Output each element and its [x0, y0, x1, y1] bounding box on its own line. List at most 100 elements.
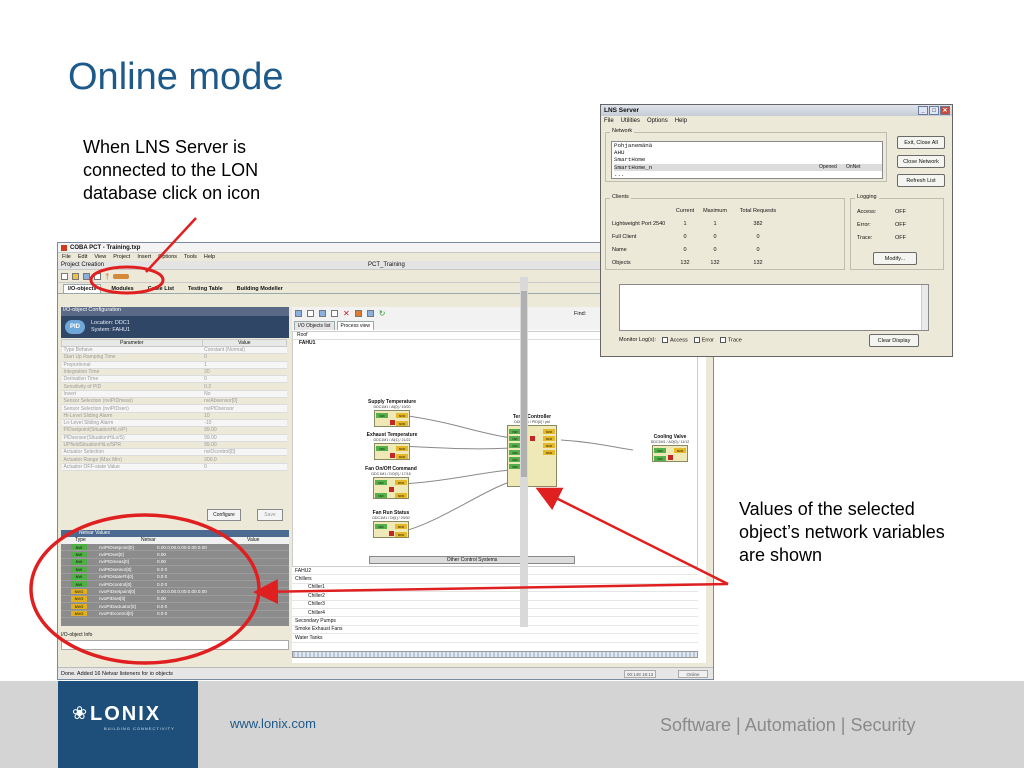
- param-row[interactable]: Type Behave Constant (Normal): [61, 346, 287, 355]
- tab-cable-list[interactable]: Cable List: [144, 285, 178, 293]
- close-icon[interactable]: ✕: [940, 106, 950, 115]
- network-list-item[interactable]: AHU: [614, 149, 882, 156]
- other-control-systems-button[interactable]: Other Control Systems: [369, 556, 575, 564]
- param-row[interactable]: UPfieldSituationHiLo/SPR 99.00: [61, 441, 287, 450]
- fb-supply-temperature[interactable]: Supply Temperature DDC1M1 / AI[0] / 19/2…: [355, 399, 429, 427]
- param-value[interactable]: 20: [202, 368, 287, 377]
- tree-item[interactable]: Chiller3: [292, 601, 698, 609]
- fb-fan-run-status[interactable]: Fan Run Status DDC1M1 / DI[1] / 29/30 NV…: [353, 510, 429, 538]
- view-icon-2[interactable]: [307, 310, 314, 317]
- tree-item[interactable]: FAHU2: [292, 567, 698, 576]
- param-value[interactable]: 200.0: [202, 455, 287, 464]
- param-value[interactable]: 10: [202, 412, 287, 420]
- param-value[interactable]: 99.00: [202, 434, 287, 442]
- view-icon-3[interactable]: [319, 310, 326, 317]
- netvar-row[interactable]: NVI nviPIDsetpoint[0] 0.00.0.00.0.00.0.00.…: [61, 544, 289, 552]
- network-list-item[interactable]: SmartHome_n Opened OnNet: [614, 163, 882, 171]
- param-value[interactable]: nviOcontrol[0]: [202, 448, 287, 457]
- netvar-row[interactable]: NVI nviPIDmeas[0] 0.00: [61, 559, 289, 567]
- lns-menu-help[interactable]: Help: [675, 118, 687, 124]
- lns-connect-icon[interactable]: †: [105, 272, 109, 281]
- lns-menu-utilities[interactable]: Utilities: [621, 118, 640, 124]
- tree-item[interactable]: Secondary Pumps: [292, 617, 698, 626]
- network-list[interactable]: Pohjanemänä AHU SmartHome SmartHome_n Opened…: [611, 141, 883, 179]
- access-checkbox[interactable]: Access: [662, 337, 688, 343]
- trace-checkbox[interactable]: Trace: [719, 337, 742, 343]
- network-list-item[interactable]: Pohjanemänä: [614, 142, 882, 149]
- monitor-log-box[interactable]: [619, 284, 929, 331]
- tab-io-objects[interactable]: I/O-objects: [63, 284, 102, 293]
- netvar-row[interactable]: NVI nviPIDsensor[0] 0.0 0: [61, 566, 289, 574]
- configure-button[interactable]: Configure: [207, 509, 241, 521]
- website-link[interactable]: www.lonix.com: [230, 716, 316, 731]
- horizontal-scrollbar[interactable]: [292, 651, 698, 658]
- param-row[interactable]: Actuator Selection nviOcontrol[0]: [61, 448, 287, 457]
- fb-exhaust-temperature[interactable]: Exhaust Temperature DDC1M1 / AI[1] / 21/…: [355, 432, 429, 460]
- tab-io-objects-list[interactable]: I/O Objects list: [294, 321, 335, 330]
- param-value[interactable]: nviAbsensor[0]: [202, 397, 287, 406]
- close-network-button[interactable]: Close Network: [897, 155, 945, 168]
- menu-options[interactable]: Options: [158, 254, 177, 260]
- network-list-item[interactable]: SmartHome: [614, 156, 882, 163]
- netvar-row[interactable]: NVO nvoPIDsetpoint[0] 0.00.0.00.0.00.0.00.…: [61, 588, 289, 596]
- fb-cooling-valve[interactable]: Cooling Valve DDC1M1 / AO[0] / 11/12 NVI…: [639, 434, 701, 462]
- tab-modules[interactable]: Modules: [107, 285, 137, 293]
- network-list-item[interactable]: ...: [614, 171, 882, 178]
- param-row[interactable]: Start Up Ramping Time 0: [61, 353, 287, 362]
- param-value[interactable]: Constant (Normal): [202, 346, 287, 355]
- modify-button[interactable]: Modify...: [873, 252, 917, 265]
- refresh-list-button[interactable]: Refresh List: [897, 174, 945, 187]
- netvar-row[interactable]: NVI nviPIDcontrol[0] 0.0 0: [61, 581, 289, 589]
- tree-item[interactable]: Water Tanks: [292, 634, 698, 643]
- param-row[interactable]: Invert No: [61, 390, 287, 399]
- tree-item[interactable]: Smoke Exhaust Fans: [292, 626, 698, 635]
- plug-icon[interactable]: [113, 273, 130, 279]
- lns-menu-file[interactable]: File: [604, 118, 614, 124]
- param-value[interactable]: 99.00: [202, 441, 287, 450]
- param-row[interactable]: Sensor Selection (nviPIDsen) nviPIDsensor: [61, 404, 287, 413]
- param-row[interactable]: Integration Time 20: [61, 368, 287, 377]
- param-row[interactable]: Derivation Time 0: [61, 375, 287, 384]
- param-value[interactable]: 0: [202, 353, 287, 362]
- save-button[interactable]: Save: [257, 509, 283, 521]
- tab-testing-table[interactable]: Testing Table: [184, 285, 227, 293]
- menu-insert[interactable]: Insert: [137, 254, 151, 260]
- maximize-icon[interactable]: □: [929, 106, 939, 115]
- param-value[interactable]: No: [202, 390, 287, 399]
- tree-item[interactable]: Chiller2: [292, 592, 698, 601]
- param-value[interactable]: nviPIDsensor: [202, 404, 287, 413]
- param-value[interactable]: 99.00: [202, 426, 287, 435]
- fb-fan-onoff[interactable]: Fan On/Off Command DDC1M1 / DO[0] / 17/1…: [353, 466, 429, 499]
- param-value[interactable]: 0: [202, 463, 287, 472]
- param-value[interactable]: 1: [202, 361, 287, 369]
- param-row[interactable]: Sensor Selection (nviPIDmeas) nviAbsensor…: [61, 397, 287, 406]
- tree-item[interactable]: Chiller4: [292, 609, 698, 618]
- view-icon-4[interactable]: [331, 310, 338, 317]
- scroll-thumb[interactable]: [521, 291, 527, 477]
- tree-item[interactable]: Chiller1: [292, 584, 698, 593]
- print-icon[interactable]: [94, 272, 101, 280]
- arrow-icon[interactable]: [354, 310, 362, 317]
- param-row[interactable]: Sensitivity of PID 0.2: [61, 382, 287, 391]
- netvar-row[interactable]: NVO nvoPIDset[0] 0.00: [61, 596, 289, 604]
- fb-temp-controller[interactable]: Temp Controller DDC1M1 / PID[0] / pid NV…: [499, 414, 565, 487]
- param-value[interactable]: -10: [202, 419, 287, 428]
- vertical-scrollbar[interactable]: [520, 277, 528, 627]
- param-row[interactable]: Actuator OFF-state Value 0: [61, 463, 287, 472]
- param-value[interactable]: 0.2: [202, 382, 287, 391]
- menu-edit[interactable]: Edit: [78, 254, 87, 260]
- menu-tools[interactable]: Tools: [184, 254, 197, 260]
- view-icon-1[interactable]: [295, 310, 302, 317]
- view-icon-5[interactable]: [366, 310, 374, 317]
- param-row[interactable]: Proportional 1: [61, 361, 287, 369]
- tab-process-view[interactable]: Process view: [336, 321, 374, 330]
- clear-display-button[interactable]: Clear Display: [869, 334, 919, 347]
- param-row[interactable]: PIDsensor(SituationHiLo/S) 99.00: [61, 434, 287, 442]
- netvar-row[interactable]: NVI nviPIDset[0] 0.00: [61, 551, 289, 559]
- menu-view[interactable]: View: [94, 254, 106, 260]
- open-folder-icon[interactable]: [72, 272, 79, 280]
- new-file-icon[interactable]: [61, 272, 68, 280]
- param-value[interactable]: 0: [202, 375, 287, 384]
- netvar-row[interactable]: NVO nvoPIDcontrol[0] 0.0 0: [61, 610, 289, 618]
- refresh-icon[interactable]: ↻: [379, 309, 386, 318]
